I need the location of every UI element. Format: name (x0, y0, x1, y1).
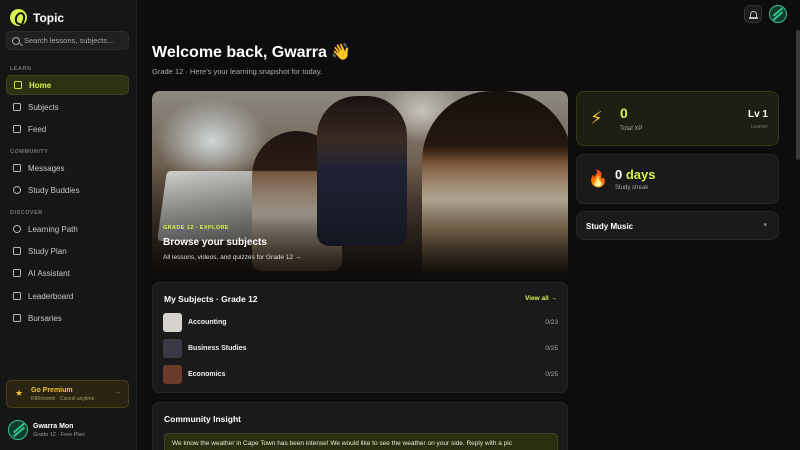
subject-thumbnail (163, 364, 182, 384)
list-item[interactable]: Accounting 0/23 (163, 312, 558, 332)
section-label-learn: LEARN (10, 66, 32, 72)
hero-subtitle: All lessons, videos, and quizzes for Gra… (163, 254, 302, 261)
topic-logo-icon (10, 9, 27, 26)
subject-progress: 0/25 (545, 344, 558, 352)
home-icon (14, 81, 22, 89)
sidebar-item-label: AI Assistant (28, 268, 70, 278)
streak-card: 🔥 0 days Study streak (576, 154, 779, 204)
sidebar-item-label: Home (29, 80, 52, 90)
message-icon (13, 164, 21, 172)
streak-unit: days (625, 167, 656, 182)
certificate-icon (13, 314, 21, 322)
list-item[interactable]: Economics 0/25 (163, 364, 558, 384)
sidebar: Topic LEARN Home Subjects Feed COMMUNITY… (0, 0, 137, 450)
user-name: Gwarra Mon (33, 422, 74, 430)
brand[interactable]: Topic (10, 9, 64, 26)
card-title: My Subjects · Grade 12 (164, 294, 258, 304)
sidebar-item-label: Bursaries (28, 313, 62, 323)
subject-progress: 0/25 (545, 370, 558, 378)
star-icon: ★ (15, 388, 24, 398)
level-label: Learner (750, 124, 768, 130)
sidebar-item-messages[interactable]: Messages (6, 158, 129, 178)
sidebar-item-label: Study Plan (28, 246, 67, 256)
chevron-down-icon: ▾ (763, 222, 767, 229)
subject-progress: 0/23 (545, 318, 558, 326)
subject-name: Accounting (188, 318, 227, 326)
sidebar-item-label: Feed (28, 124, 47, 134)
arrow-right-icon: → (114, 389, 121, 396)
streak-label: Study streak (615, 185, 649, 191)
page-subtitle: Grade 12 · Here's your learning snapshot… (152, 67, 323, 76)
insight-message[interactable]: We know the weather in Cape Town has bee… (164, 433, 558, 450)
subject-name: Business Studies (188, 344, 247, 352)
brand-name: Topic (33, 10, 65, 25)
level-value: Lv 1 (747, 109, 768, 120)
community-insight-card: Community Insight We know the weather in… (152, 402, 568, 450)
calendar-icon (13, 247, 21, 255)
section-label-community: COMMUNITY (10, 149, 49, 155)
subject-thumbnail (163, 338, 182, 358)
sidebar-item-bursaries[interactable]: Bursaries (6, 308, 129, 328)
section-label-discover: DISCOVER (10, 210, 43, 216)
notifications-button[interactable] (744, 5, 762, 23)
search-input[interactable] (24, 36, 128, 45)
list-item[interactable]: Business Studies 0/25 (163, 338, 558, 358)
xp-card: ⚡ 0 Total XP Lv 1 Learner (576, 91, 779, 146)
sidebar-item-feed[interactable]: Feed (6, 119, 129, 139)
sidebar-item-label: Messages (28, 163, 65, 173)
sidebar-item-leaderboard[interactable]: Leaderboard (6, 286, 129, 306)
lightning-icon: ⚡ (590, 108, 603, 128)
hero-title: Browse your subjects (163, 237, 267, 248)
sidebar-item-study-plan[interactable]: Study Plan (6, 241, 129, 261)
user-profile[interactable]: Gwarra Mon Grade 12 · Free Plan (8, 420, 85, 440)
hero-tag: GRADE 12 · EXPLORE (163, 225, 229, 231)
go-premium-button[interactable]: ★ Go Premium R60/month · Cancel anytime … (6, 380, 129, 408)
flame-icon: 🔥 (588, 171, 608, 188)
browse-subjects-hero[interactable]: GRADE 12 · EXPLORE Browse your subjects … (152, 91, 568, 273)
sidebar-item-label: Study Buddies (28, 185, 80, 195)
premium-title: Go Premium (31, 387, 73, 394)
bell-icon (748, 10, 758, 19)
avatar (8, 420, 28, 440)
subject-thumbnail (163, 312, 182, 332)
sidebar-item-home[interactable]: Home (6, 75, 129, 95)
map-pin-icon (13, 225, 21, 233)
robot-icon (13, 269, 21, 277)
xp-label: Total XP (620, 126, 643, 132)
profile-avatar[interactable] (769, 5, 787, 23)
premium-subtitle: R60/month · Cancel anytime (31, 396, 95, 402)
search-box[interactable] (6, 31, 129, 50)
sidebar-item-label: Leaderboard (28, 291, 74, 301)
my-subjects-card: My Subjects · Grade 12 View all → Accoun… (152, 282, 568, 393)
xp-value: 0 (620, 105, 628, 121)
people-icon (13, 186, 21, 194)
scrollbar[interactable] (796, 30, 800, 160)
streak-value: 0 days (615, 167, 656, 182)
study-music-dropdown[interactable]: Study Music ▾ (576, 211, 779, 240)
study-music-title: Study Music (586, 222, 634, 231)
sidebar-item-learning-path[interactable]: Learning Path (6, 219, 129, 239)
user-plan: Grade 12 · Free Plan (33, 431, 85, 438)
page-title: Welcome back, Gwarra 👋 (152, 44, 352, 61)
megaphone-icon (13, 125, 21, 133)
view-all-link[interactable]: View all → (525, 295, 557, 302)
card-title: Community Insight (164, 414, 241, 424)
sidebar-item-label: Subjects (28, 102, 59, 112)
search-icon (12, 36, 20, 45)
trophy-icon (13, 292, 21, 300)
sidebar-item-ai-assistant[interactable]: AI Assistant (6, 263, 129, 283)
book-icon (13, 103, 21, 111)
sidebar-item-subjects[interactable]: Subjects (6, 97, 129, 117)
streak-number: 0 (615, 167, 623, 182)
sidebar-item-study-buddies[interactable]: Study Buddies (6, 180, 129, 200)
subject-name: Economics (188, 370, 226, 378)
sidebar-item-label: Learning Path (28, 224, 78, 234)
